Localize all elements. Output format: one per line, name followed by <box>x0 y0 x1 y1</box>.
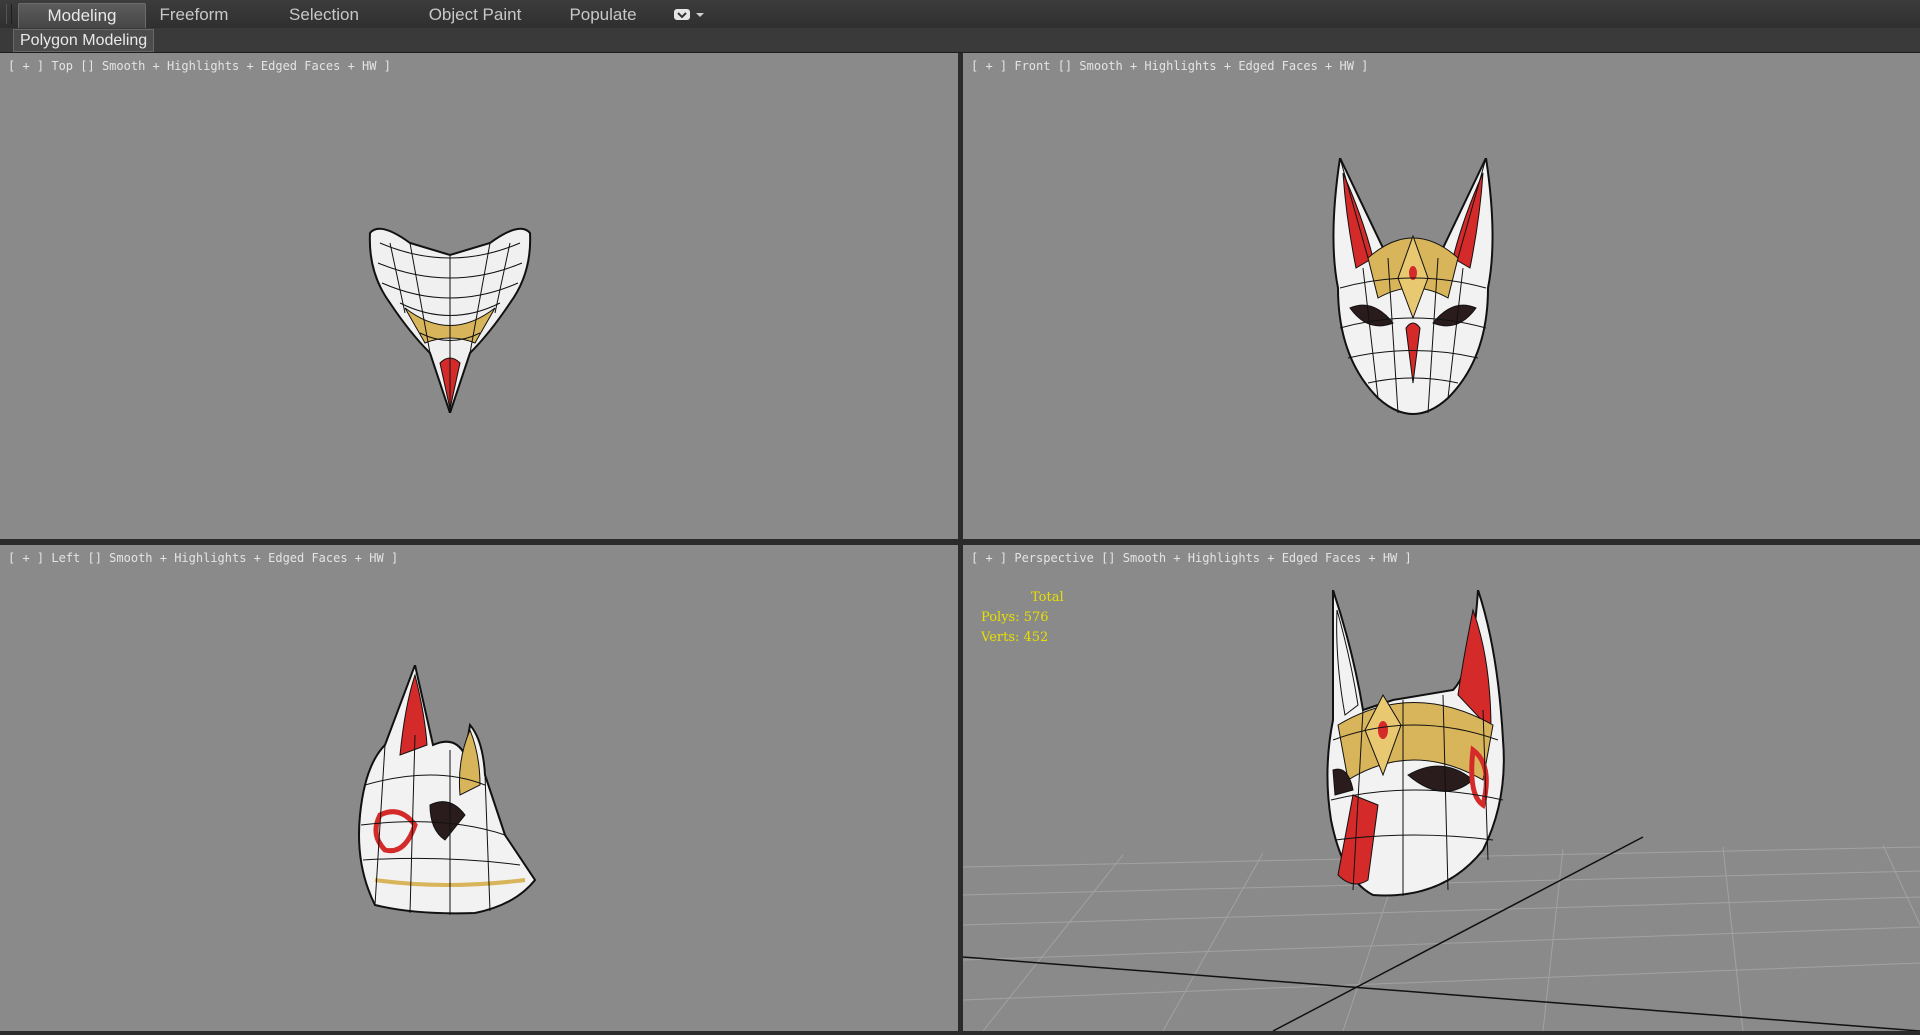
label-close-bracket: ] <box>390 551 399 565</box>
fox-mask-perspective-view[interactable] <box>1323 590 1533 910</box>
label-close-bracket: ] <box>383 59 391 73</box>
fox-mask-left-view[interactable] <box>355 665 540 925</box>
ribbon-panel-bar: Polygon Modeling <box>0 28 1920 53</box>
stats-total-label: Total <box>1031 590 1064 605</box>
polygon-modeling-panel-button[interactable]: Polygon Modeling <box>13 29 155 52</box>
stats-polys: Polys: 576 <box>981 610 1049 625</box>
viewport-perspective[interactable]: [ + ] Perspective [] Smooth + Highlights… <box>963 545 1920 1031</box>
shading-mode-menu[interactable]: Smooth + Highlights + Edged Faces + HW <box>109 551 384 565</box>
viewport-menu-button[interactable]: [ + ] <box>971 59 1007 73</box>
ribbon-grip[interactable] <box>6 4 12 24</box>
viewport-front[interactable]: [ + ] Front [] Smooth + Highlights + Edg… <box>963 53 1920 539</box>
viewport-left[interactable]: [ + ] Left [] Smooth + Highlights + Edge… <box>0 545 958 1031</box>
tab-object-paint[interactable]: Object Paint <box>410 3 540 27</box>
tab-populate[interactable]: Populate <box>562 3 644 27</box>
view-type-menu[interactable]: Front <box>1014 59 1050 73</box>
viewport-menu-button[interactable]: [ + ] <box>8 551 44 565</box>
viewport-label-front: [ + ] Front [] Smooth + Highlights + Edg… <box>971 59 1369 73</box>
viewport-menu-button[interactable]: [ + ] <box>8 59 44 73</box>
shading-mode-menu[interactable]: Smooth + Highlights + Edged Faces + HW <box>1123 551 1398 565</box>
viewport-top[interactable]: [ + ] Top [] Smooth + Highlights + Edged… <box>0 53 958 539</box>
shading-mode-menu[interactable]: Smooth + Highlights + Edged Faces + HW <box>102 59 377 73</box>
shading-mode-menu[interactable]: Smooth + Highlights + Edged Faces + HW <box>1079 59 1354 73</box>
fox-mask-front-view[interactable] <box>1328 158 1498 428</box>
viewport-menu-button[interactable]: [ + ] <box>971 551 1007 565</box>
label-close-bracket: ] <box>1361 59 1369 73</box>
tab-selection[interactable]: Selection <box>276 3 372 27</box>
view-type-menu[interactable]: Perspective <box>1014 551 1093 565</box>
stats-verts: Verts: 452 <box>981 630 1049 645</box>
tab-freeform[interactable]: Freeform <box>148 3 240 27</box>
view-type-menu[interactable]: Left <box>51 551 80 565</box>
viewport-label-top: [ + ] Top [] Smooth + Highlights + Edged… <box>8 59 391 73</box>
statistics-overlay: Total Polys: 576 Verts: 452 <box>981 588 1064 648</box>
label-close-bracket: ] <box>1404 551 1412 565</box>
viewport-label-perspective: [ + ] Perspective [] Smooth + Highlights… <box>971 551 1412 565</box>
tab-modeling[interactable]: Modeling <box>18 3 146 28</box>
viewport-label-left: [ + ] Left [] Smooth + Highlights + Edge… <box>8 551 399 565</box>
view-type-menu[interactable]: Top <box>51 59 73 73</box>
ribbon-options-dropdown-icon[interactable] <box>672 7 708 23</box>
fox-mask-top-view[interactable] <box>360 213 540 413</box>
ribbon-tabs-bar: Modeling Freeform Selection Object Paint… <box>0 0 1920 29</box>
